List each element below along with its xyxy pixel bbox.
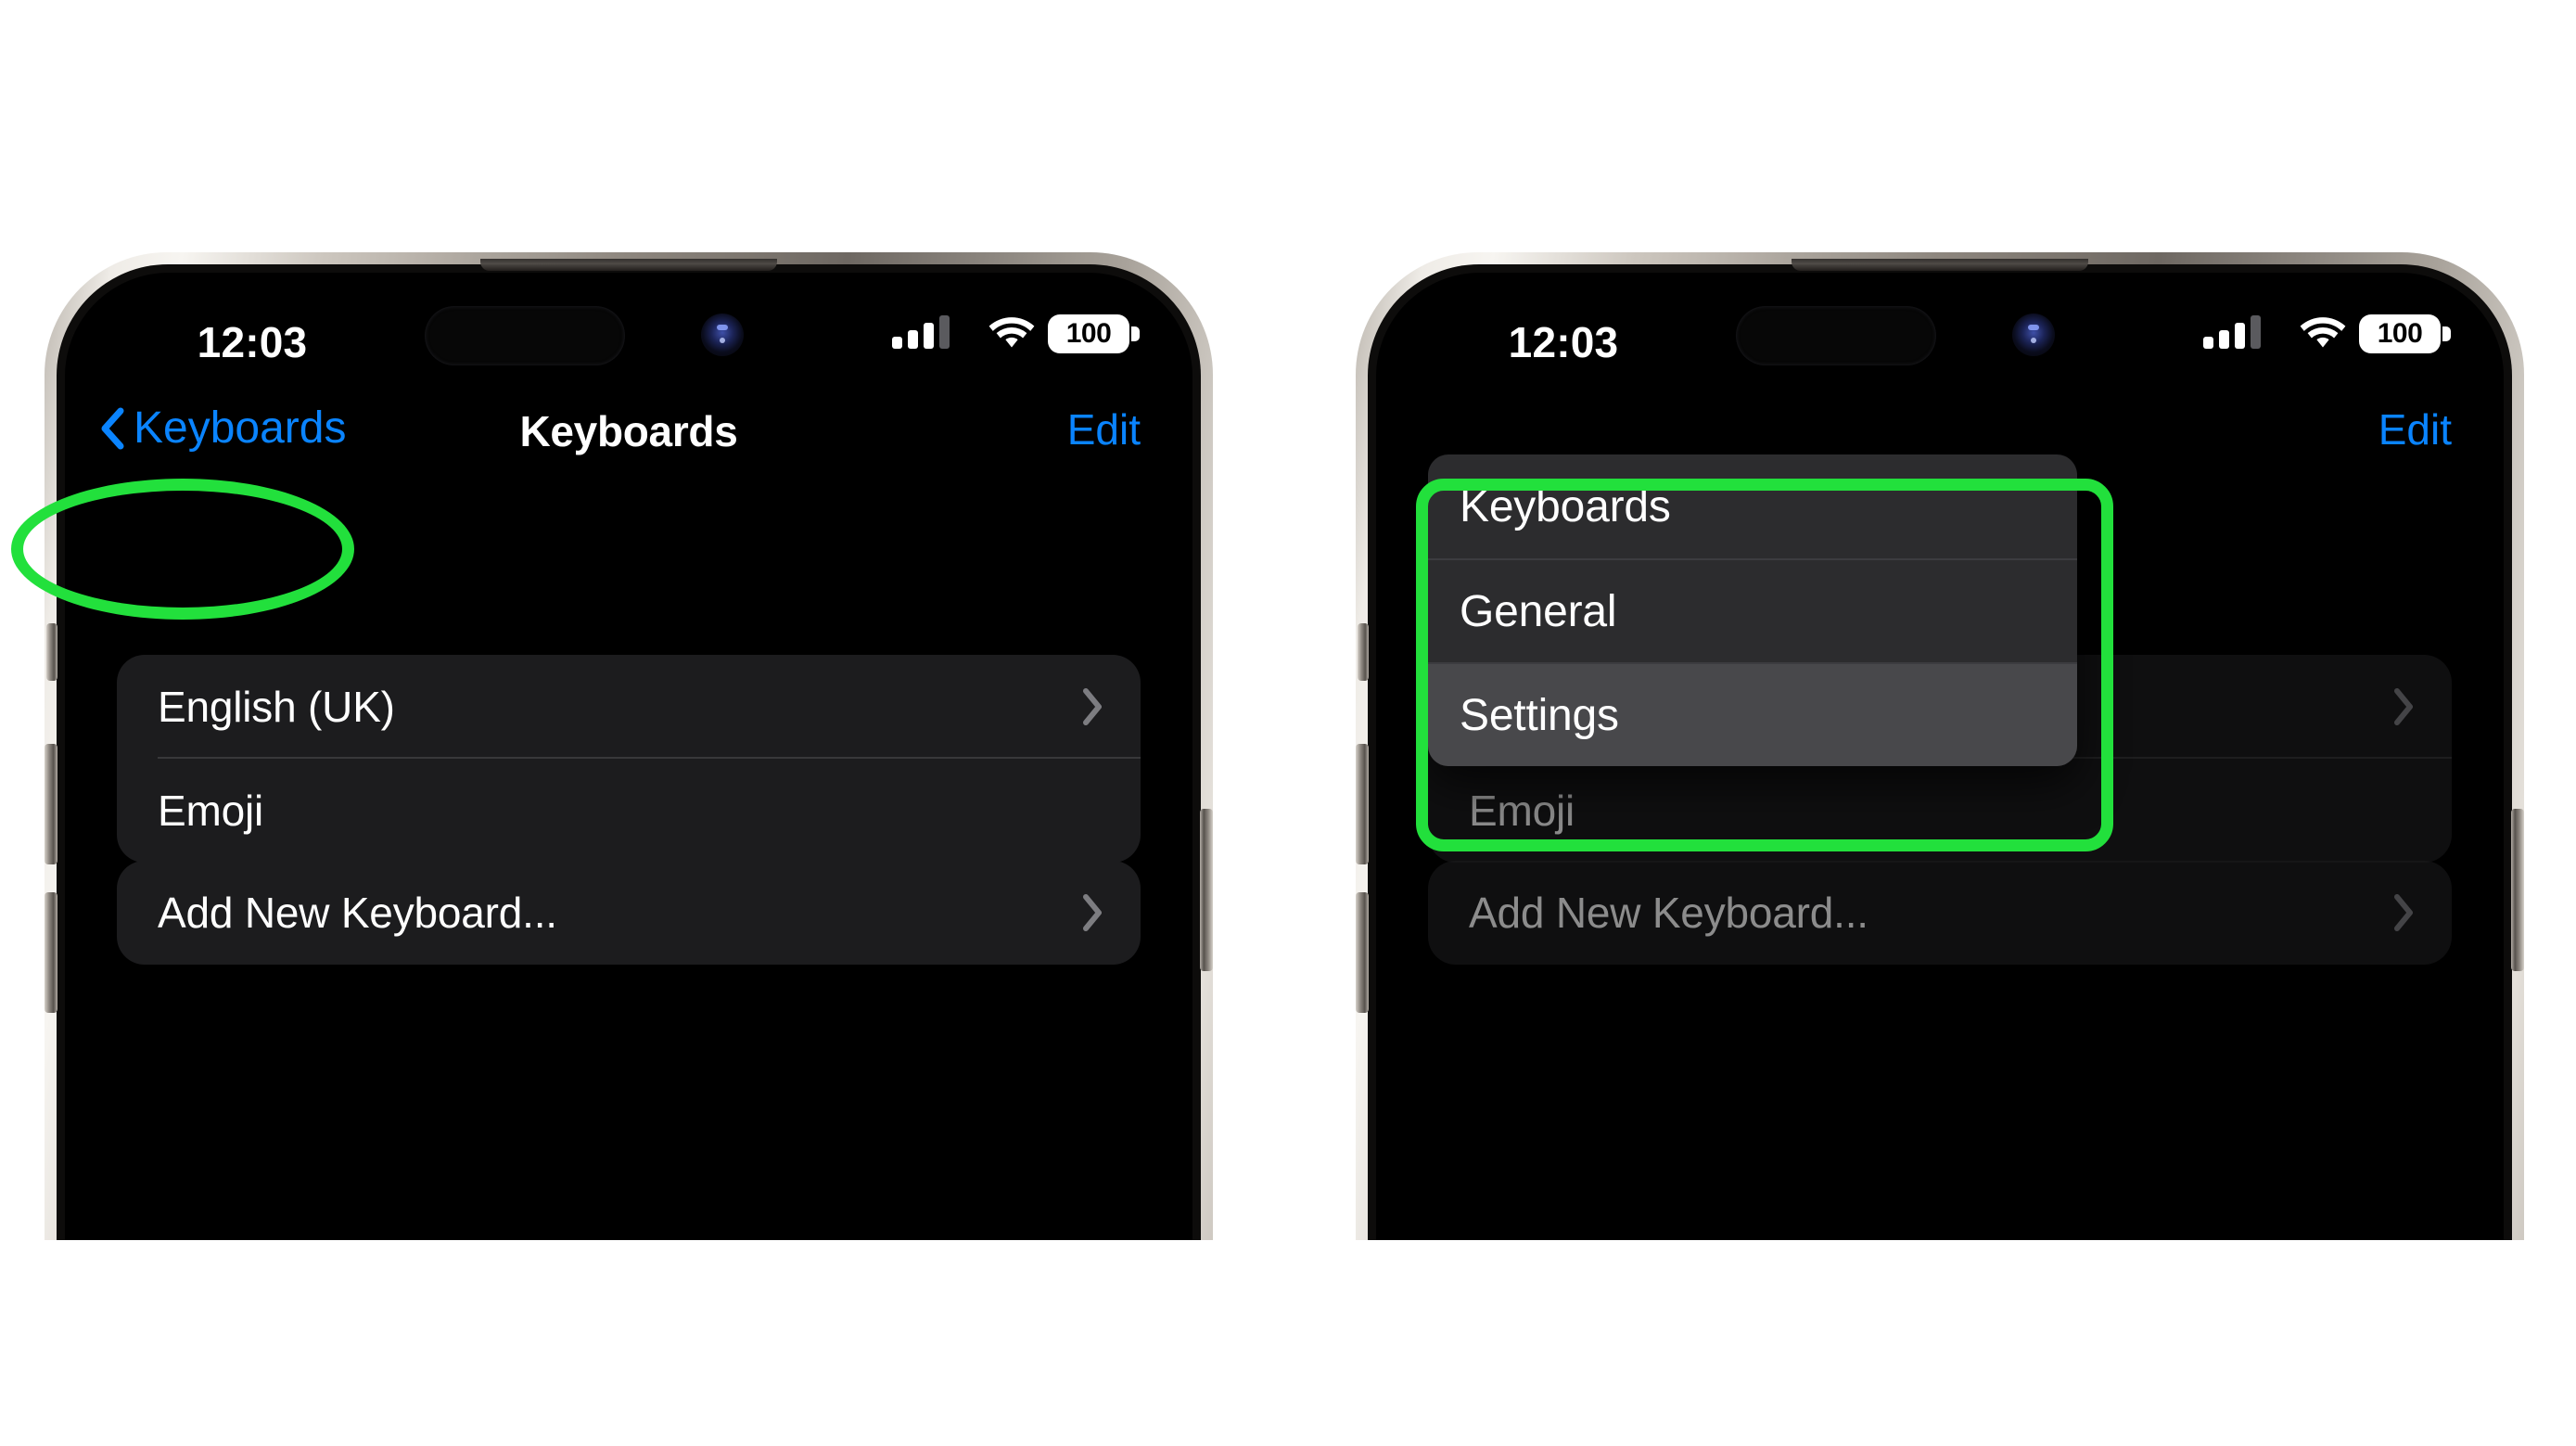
power-button[interactable] xyxy=(1200,809,1213,971)
status-bar: 12:03 100 xyxy=(65,273,1192,382)
list-item-label: English (UK) xyxy=(158,683,395,731)
volume-up-button[interactable] xyxy=(1356,744,1369,864)
battery-level-label: 100 xyxy=(1065,318,1112,349)
add-new-keyboard-card: Add New Keyboard... xyxy=(1428,861,2452,965)
list-item[interactable]: Emoji xyxy=(117,759,1141,863)
menu-item-settings[interactable]: Settings xyxy=(1428,662,2077,766)
edit-button[interactable]: Edit xyxy=(2378,404,2452,454)
add-new-keyboard-label: Add New Keyboard... xyxy=(1469,889,1868,937)
chevron-right-icon xyxy=(2392,893,2415,932)
back-navigation-menu: Keyboards General Settings xyxy=(1428,454,2077,766)
dynamic-island xyxy=(1736,306,1936,365)
keyboards-list-card: English (UK) Emoji xyxy=(117,655,1141,863)
phone-screen-right: 12:03 100 Edit Emoji Add New Keyboard...… xyxy=(1376,273,2504,1240)
list-item[interactable]: Emoji xyxy=(1428,759,2452,863)
chevron-right-icon xyxy=(2392,687,2415,726)
wifi-icon xyxy=(2300,316,2346,352)
add-new-keyboard-label: Add New Keyboard... xyxy=(158,889,557,937)
list-item-label: Emoji xyxy=(1469,787,1575,835)
mute-switch[interactable] xyxy=(46,623,57,681)
edit-button[interactable]: Edit xyxy=(1067,404,1141,454)
list-item[interactable]: English (UK) xyxy=(117,655,1141,759)
volume-up-button[interactable] xyxy=(45,744,57,864)
chevron-right-icon xyxy=(1081,687,1103,726)
navigation-bar: Keyboards Keyboards Edit xyxy=(65,382,1192,484)
page-title: Keyboards xyxy=(519,407,738,455)
status-bar-clock: 12:03 xyxy=(1508,318,1619,366)
battery-icon: 100 xyxy=(1048,314,1140,353)
cellular-bars-icon xyxy=(2203,315,2261,349)
mute-switch[interactable] xyxy=(1358,623,1369,681)
status-bar-clock: 12:03 xyxy=(197,318,308,366)
add-new-keyboard-row[interactable]: Add New Keyboard... xyxy=(117,861,1141,965)
earpiece-slot xyxy=(1792,259,2088,271)
status-bar: 12:03 100 xyxy=(1376,273,2504,382)
list-item-label: Emoji xyxy=(158,787,264,835)
battery-icon: 100 xyxy=(2359,314,2451,353)
add-new-keyboard-row[interactable]: Add New Keyboard... xyxy=(1428,861,2452,965)
power-button[interactable] xyxy=(2511,809,2524,971)
volume-down-button[interactable] xyxy=(1356,892,1369,1013)
front-camera-lens-icon xyxy=(701,314,744,356)
add-new-keyboard-card: Add New Keyboard... xyxy=(117,861,1141,965)
dynamic-island xyxy=(425,306,625,365)
menu-item-general[interactable]: General xyxy=(1428,558,2077,662)
screenshot-canvas: 12:03 100 Keyboards Keyboards Edit Engli… xyxy=(0,0,2576,1446)
phone-left: 12:03 100 Keyboards Keyboards Edit Engli… xyxy=(45,252,1213,1240)
chevron-right-icon xyxy=(1081,893,1103,932)
battery-level-label: 100 xyxy=(2377,318,2423,349)
menu-item-keyboards[interactable]: Keyboards xyxy=(1428,454,2077,558)
cellular-bars-icon xyxy=(892,315,950,349)
phone-right: 12:03 100 Edit Emoji Add New Keyboard...… xyxy=(1356,252,2524,1240)
front-camera-lens-icon xyxy=(2012,314,2055,356)
phone-screen-left: 12:03 100 Keyboards Keyboards Edit Engli… xyxy=(65,273,1192,1240)
volume-down-button[interactable] xyxy=(45,892,57,1013)
earpiece-slot xyxy=(480,259,777,271)
wifi-icon xyxy=(988,316,1035,352)
